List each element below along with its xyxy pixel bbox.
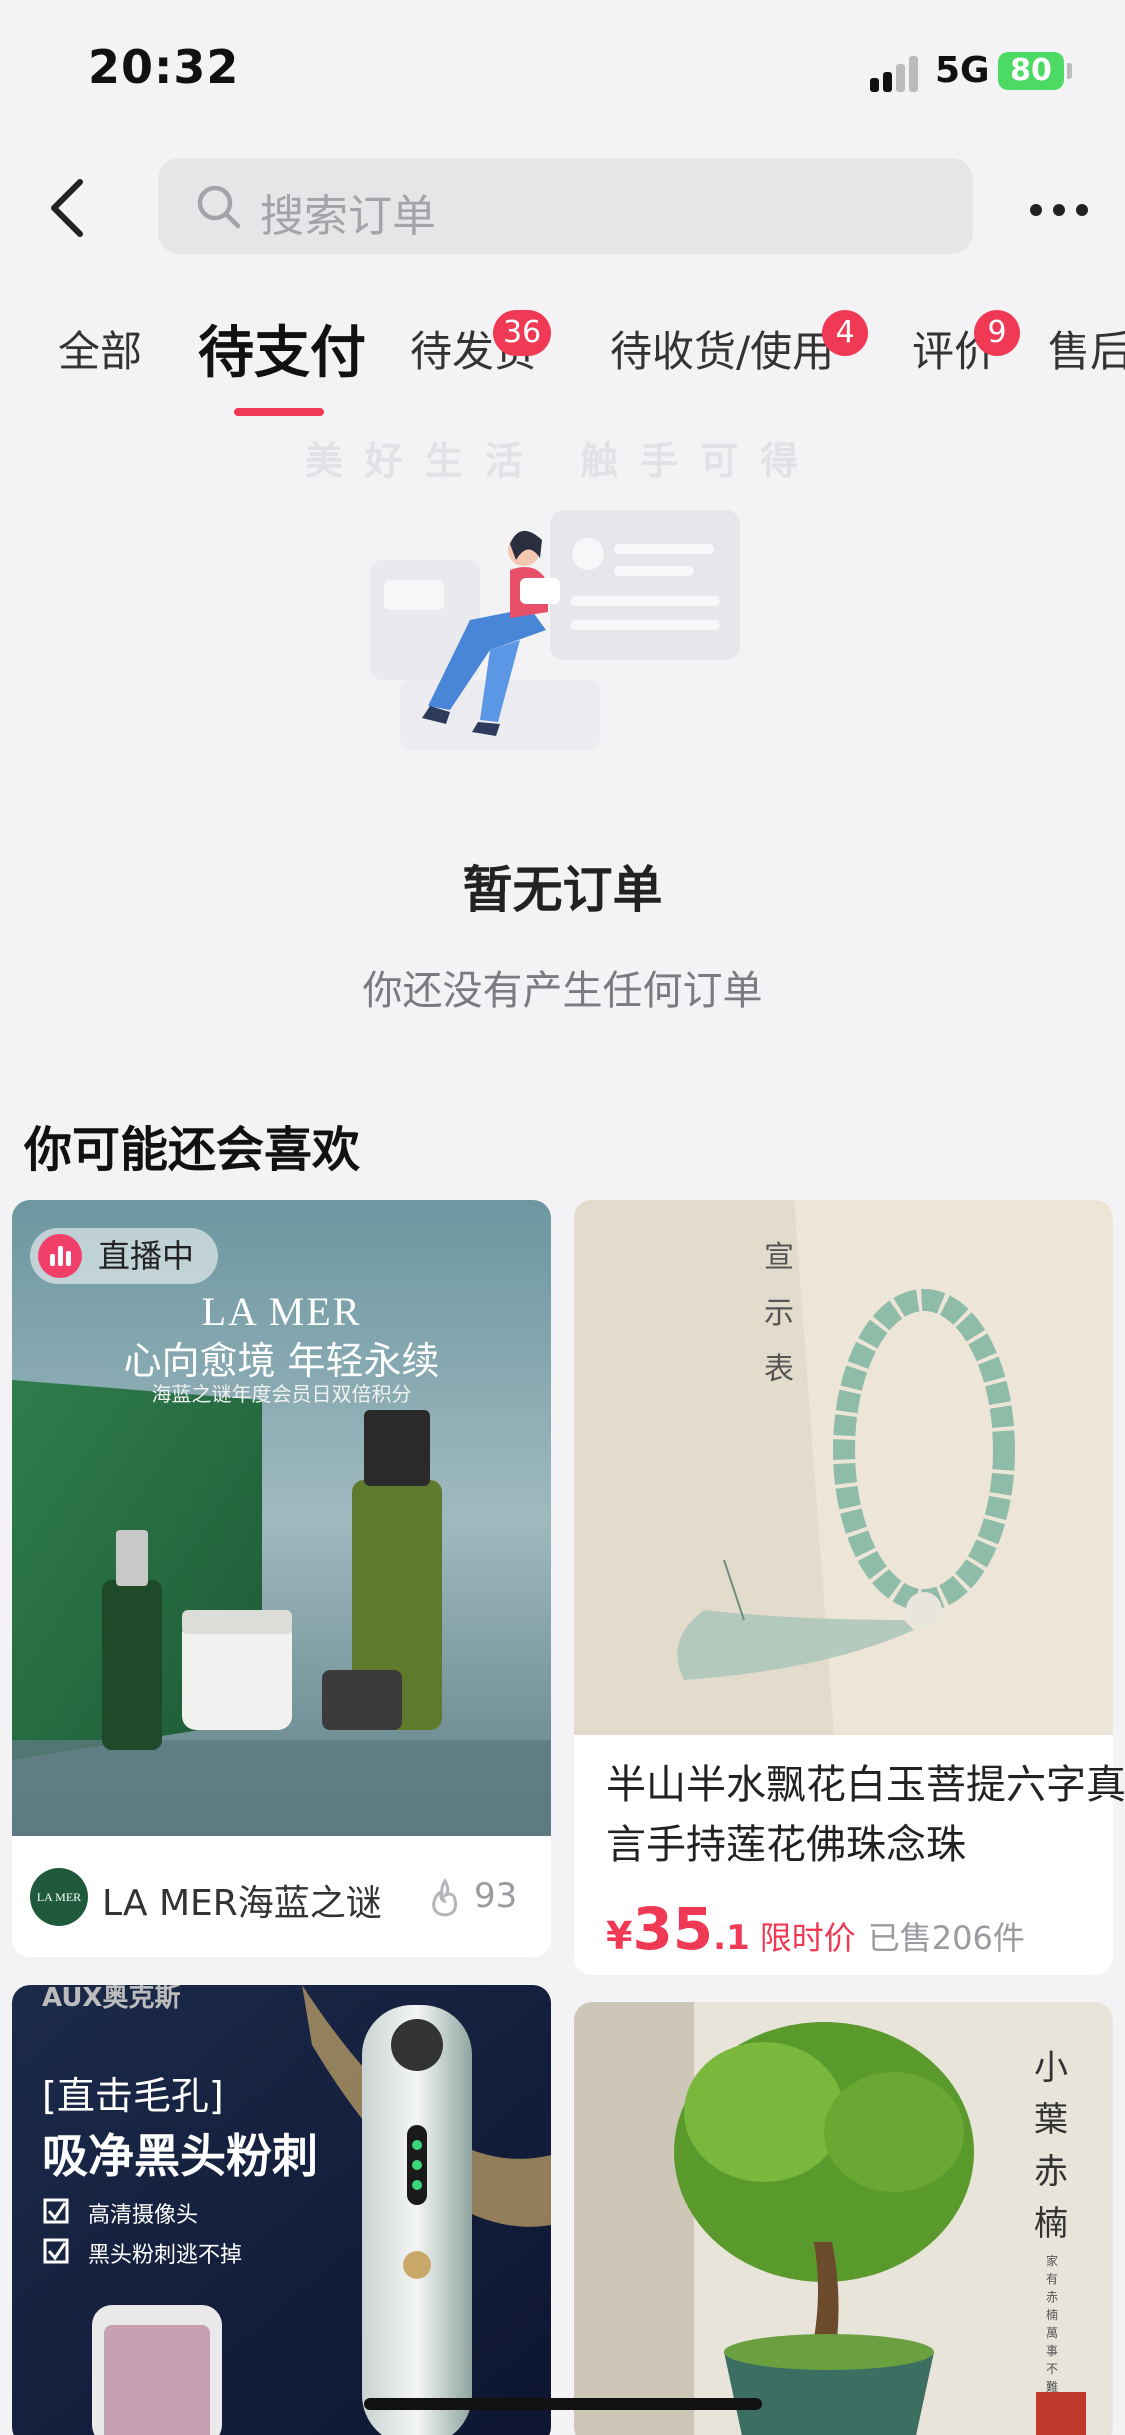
status-bar: 20:32 5G 80: [0, 0, 1125, 140]
battery-tip: [1067, 63, 1072, 79]
tab-label: 待支付: [198, 321, 366, 386]
live-bars-icon: [38, 1234, 82, 1278]
calligraphy-text: 宣示表: [764, 1240, 794, 1387]
tab-label: 待收货/使用: [610, 327, 835, 376]
battery-icon: 80: [998, 52, 1064, 90]
live-streaming-badge: 直播中: [30, 1228, 219, 1284]
tab-pending-receipt[interactable]: 待收货/使用 4: [610, 310, 868, 379]
tab-review[interactable]: 评价 9: [912, 310, 1020, 379]
image-headline: 心向愈境 年轻永续: [123, 1339, 440, 1383]
price-row: ¥35.1 限时价 已售206件: [606, 1895, 1025, 1963]
product-image: [574, 1200, 1113, 1735]
count-badge: 36: [493, 310, 552, 356]
price-currency: ¥: [606, 1914, 633, 1958]
slogan-text: 美好生活 触手可得: [304, 439, 821, 483]
home-indicator[interactable]: [364, 2398, 762, 2410]
likes-count: 93: [474, 1876, 518, 1916]
tab-label: 全部: [58, 327, 143, 376]
more-options-button[interactable]: [1024, 180, 1094, 236]
empty-orders-illustration: [370, 510, 740, 750]
network-type: 5G: [935, 50, 990, 91]
order-list-page: 20:32 5G 80 搜索订单 全部 待支付 待发货 36 待收货/使用 4 …: [0, 0, 1125, 2435]
search-input[interactable]: 搜索订单: [158, 158, 973, 254]
price-decimal: .1: [713, 1918, 750, 1958]
tab-pending-payment[interactable]: 待支付: [198, 308, 366, 389]
cellular-signal-icon: [870, 56, 922, 92]
more-dot-icon: [1053, 204, 1065, 216]
empty-state-title: 暂无订单: [462, 861, 663, 919]
more-dot-icon: [1030, 204, 1042, 216]
chevron-left-icon: [51, 179, 83, 237]
image-brand-text: AUX奥克斯: [42, 1985, 181, 2013]
active-tab-indicator: [234, 408, 324, 416]
empty-state-subtitle: 你还没有产生任何订单: [362, 968, 763, 1014]
calligraphy-text: 小葉赤楠: [1034, 2048, 1068, 2244]
feature-text: 高清摄像头: [88, 2203, 199, 2228]
product-card-bonsai[interactable]: 小葉赤楠 家有赤楠 萬事不難: [574, 2002, 1113, 2435]
image-brand-text: LA MER: [201, 1289, 362, 1334]
tab-label: 售后: [1048, 327, 1125, 376]
status-time: 20:32: [88, 40, 240, 94]
order-status-tabs: 全部 待支付 待发货 36 待收货/使用 4 评价 9 售后: [0, 290, 1125, 420]
tab-pending-shipment[interactable]: 待发货 36: [410, 310, 552, 379]
search-icon: [197, 185, 241, 229]
back-button[interactable]: [40, 168, 100, 248]
product-card-aux[interactable]: AUX奥克斯 [直击毛孔] 吸净黑头粉刺 高清摄像头 黑头粉刺逃不掉: [12, 1985, 551, 2435]
live-label: 直播中: [98, 1237, 195, 1275]
product-card-lamer[interactable]: 直播中 LA MER 心向愈境 年轻永续 海蓝之谜年度会员日双倍积分: [12, 1200, 551, 1957]
sold-count: 已售206件: [867, 1919, 1025, 1957]
search-placeholder: 搜索订单: [260, 191, 436, 242]
shop-name: LA MER海蓝之谜: [102, 1883, 382, 1924]
image-headline: 吸净黑头粉刺: [42, 2129, 318, 2183]
count-badge: 4: [822, 310, 868, 356]
count-badge: 9: [974, 310, 1020, 356]
feature-text: 黑头粉刺逃不掉: [88, 2243, 243, 2268]
limited-price-tag: 限时价: [759, 1919, 856, 1957]
flame-icon: [432, 1878, 457, 1917]
tab-after-sales[interactable]: 售后: [1048, 318, 1125, 379]
image-bracket-text: [直击毛孔]: [42, 2074, 224, 2118]
recommend-section-title: 你可能还会喜欢: [24, 1122, 361, 1178]
tab-all[interactable]: 全部: [58, 318, 142, 379]
product-title[interactable]: 半山半水飘花白玉菩提六字真言手持莲花佛珠念珠: [606, 1755, 1125, 1875]
price-integer: 35: [632, 1895, 714, 1963]
seal-text: 家有赤楠 萬事不難: [1046, 2254, 1059, 2394]
shop-logo: LA MER: [30, 1868, 88, 1926]
more-dot-icon: [1076, 204, 1088, 216]
image-subline: 海蓝之谜年度会员日双倍积分: [151, 1382, 412, 1406]
product-image: [574, 2002, 1113, 2435]
